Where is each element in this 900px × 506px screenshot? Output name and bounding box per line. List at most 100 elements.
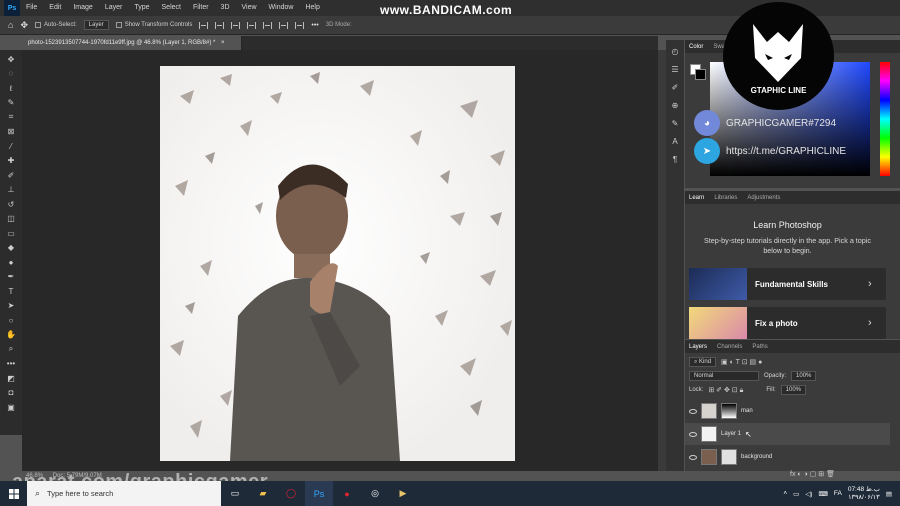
align-middle-icon[interactable] [279,21,289,29]
quick-mask-icon[interactable]: ◘ [4,388,18,398]
move-tool-icon[interactable]: ✥ [20,20,28,31]
menu-window[interactable]: Window [263,0,300,16]
tab-layers[interactable]: Layers [689,344,707,350]
learn-card-fix-photo[interactable]: Fix a photo › [689,307,886,339]
menu-layer[interactable]: Layer [99,0,129,16]
distribute-icon[interactable] [247,21,257,29]
menu-filter[interactable]: Filter [187,0,215,16]
notifications-icon[interactable]: ▤ [886,490,892,498]
start-button[interactable] [0,481,27,506]
align-top-icon[interactable] [263,21,273,29]
menu-type[interactable]: Type [128,0,155,16]
layer-mask-thumbnail[interactable] [721,403,737,419]
type-tool-icon[interactable]: T [4,286,18,296]
photoshop-logo-icon[interactable]: Ps [4,0,20,16]
marquee-tool-icon[interactable]: ◌ [4,69,18,79]
character-icon[interactable]: A [670,137,680,147]
home-icon[interactable]: ⌂ [8,20,13,30]
show-hidden-icons-icon[interactable]: ˄ [783,490,787,497]
zoom-tool-icon[interactable]: ⌕ [4,344,18,354]
layer-row-man[interactable]: man [685,400,890,422]
crop-tool-icon[interactable]: ⌗ [4,112,18,122]
transform-controls-checkbox[interactable] [115,22,122,28]
layer-actions[interactable]: fx ◐ ◑ ▢ ⊞ 🗑︎ [790,470,835,478]
lasso-tool-icon[interactable]: ℓ [4,83,18,93]
kind-filter-dropdown[interactable]: ⌕ Kind [689,357,717,367]
path-select-icon[interactable]: ➤ [4,301,18,311]
keyboard-icon[interactable]: ⌨ [818,490,827,498]
auto-select-checkbox[interactable] [34,22,41,28]
healing-brush-icon[interactable]: ✚ [4,156,18,166]
file-explorer-icon[interactable]: ▰ [249,481,277,506]
paths-icon[interactable]: ✎ [670,119,680,129]
visibility-eye-icon[interactable] [689,408,697,414]
dodge-tool-icon[interactable]: ● [4,257,18,267]
document-canvas[interactable] [160,66,515,461]
eraser-tool-icon[interactable]: ◫ [4,214,18,224]
app-icon[interactable]: ▶ [389,481,417,506]
lock-icons[interactable]: ⊞ ✐ ✥ ⊡ 🔒︎ [708,386,743,395]
tab-color[interactable]: Color [689,44,703,50]
task-view-icon[interactable]: ▭ [221,481,249,506]
eyedropper-tool-icon[interactable]: ⁄ [4,141,18,151]
pen-tool-icon[interactable]: ✒ [4,272,18,282]
layer-row-background[interactable]: background [685,446,890,468]
clone-stamp-icon[interactable]: ⊥ [4,185,18,195]
clone-source-icon[interactable]: ⊕ [670,101,680,111]
transform-controls-option[interactable]: Show Transform Controls [115,22,192,28]
menu-view[interactable]: View [236,0,263,16]
layer-row-layer-1[interactable]: Layer 1 ↖ [685,423,890,445]
bandicam-icon[interactable]: ● [333,481,361,506]
language-indicator[interactable]: FA [834,490,842,497]
visibility-eye-icon[interactable] [689,454,697,460]
menu-image[interactable]: Image [67,0,98,16]
vertical-scrollbar[interactable] [658,50,666,471]
hand-tool-icon[interactable]: ✋ [4,330,18,340]
network-icon[interactable]: ▭ [793,490,799,498]
color-swatches-icon[interactable]: ◩ [4,373,18,383]
menu-3d[interactable]: 3D [215,0,236,16]
fill-input[interactable]: 100% [780,385,807,395]
tab-paths[interactable]: Paths [752,344,767,350]
tab-adjustments[interactable]: Adjustments [747,195,780,201]
brush-tool-icon[interactable]: ✐ [4,170,18,180]
taskbar-search[interactable]: ⌕ Type here to search [27,481,221,506]
layer-mask-thumbnail[interactable] [721,449,737,465]
align-center-icon[interactable] [215,21,225,29]
align-bottom-icon[interactable] [295,21,305,29]
clock[interactable]: 07:48 ب.ظ ۱۳۹۸/۰۶/۱۳ [848,486,880,502]
more-options-icon[interactable]: ••• [311,22,318,29]
close-tab-icon[interactable]: × [221,40,225,46]
auto-select-dropdown[interactable]: Layer [83,20,109,30]
auto-select-option[interactable]: Auto-Select: [34,22,77,28]
menu-file[interactable]: File [20,0,43,16]
align-left-icon[interactable] [199,21,209,29]
filter-icons[interactable]: ▣ ◐ T ⊡ ▤ ● [721,358,762,366]
properties-icon[interactable]: ☰ [670,65,680,75]
hue-slider[interactable] [880,62,890,176]
background-color-swatch[interactable] [695,69,706,80]
media-player-icon[interactable]: ◎ [361,481,389,506]
photoshop-taskbar-icon[interactable]: Ps [305,481,333,506]
opera-icon[interactable]: ◯ [277,481,305,506]
shape-tool-icon[interactable]: ○ [4,315,18,325]
history-icon[interactable]: ◴ [670,47,680,57]
edit-toolbar-icon[interactable]: ••• [4,359,18,369]
tab-learn[interactable]: Learn [689,195,704,201]
blend-mode-dropdown[interactable]: Normal [689,371,759,381]
paragraph-icon[interactable]: ¶ [670,155,680,165]
blur-tool-icon[interactable]: ◆ [4,243,18,253]
menu-select[interactable]: Select [156,0,187,16]
frame-tool-icon[interactable]: ⊠ [4,127,18,137]
history-brush-icon[interactable]: ↺ [4,199,18,209]
gradient-tool-icon[interactable]: ▭ [4,228,18,238]
menu-help[interactable]: Help [299,0,325,16]
brush-settings-icon[interactable]: ✐ [670,83,680,93]
menu-edit[interactable]: Edit [43,0,67,16]
volume-icon[interactable]: ◁) [805,490,812,498]
tab-channels[interactable]: Channels [717,344,742,350]
screen-mode-icon[interactable]: ▣ [4,402,18,412]
visibility-eye-icon[interactable] [689,431,697,437]
tab-libraries[interactable]: Libraries [714,195,737,201]
learn-card-fundamental-skills[interactable]: Fundamental Skills › [689,268,886,300]
